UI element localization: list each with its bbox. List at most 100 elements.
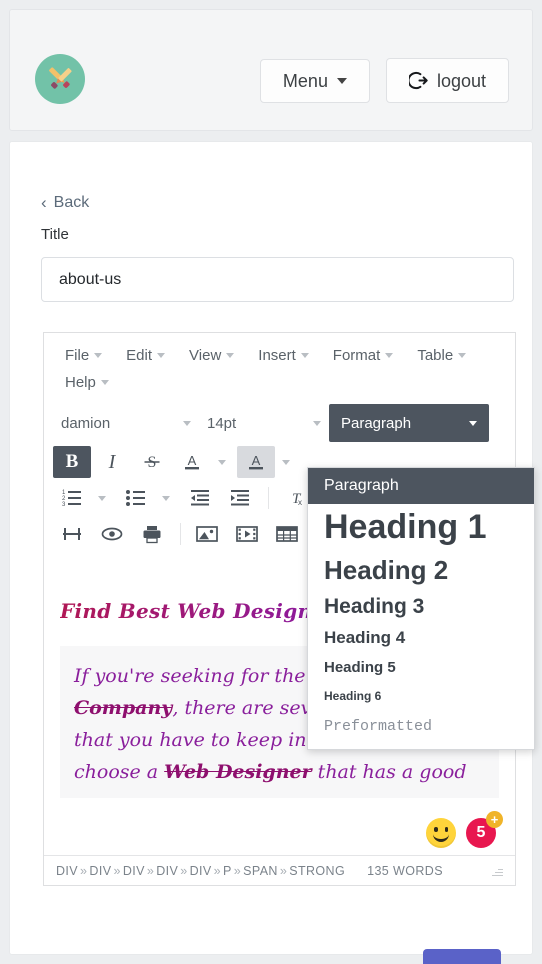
path-node[interactable]: DIV — [89, 864, 111, 878]
chevron-down-icon — [100, 380, 109, 385]
bullet-list-button[interactable] — [117, 482, 155, 514]
block-format-select[interactable]: Paragraph — [329, 404, 489, 442]
text-color-button[interactable]: A — [173, 446, 211, 478]
clear-formatting-icon: T x — [292, 491, 302, 507]
chevron-down-icon — [98, 495, 106, 501]
strikethrough-icon: S — [144, 454, 160, 471]
path-separator: » — [80, 863, 88, 878]
bold-icon: B — [65, 451, 79, 472]
chevron-down-icon — [469, 420, 477, 426]
menu-insert[interactable]: Insert — [247, 342, 320, 369]
format-option-heading-1[interactable]: Heading 1 — [308, 504, 534, 551]
font-family-value: damion — [61, 414, 111, 432]
plus-badge-icon: + — [486, 811, 503, 828]
text-color-dropdown[interactable] — [213, 446, 231, 478]
resize-grip-icon[interactable] — [491, 865, 503, 877]
notification-badge[interactable]: 5 + — [466, 811, 503, 848]
text-color-icon: A — [185, 453, 199, 470]
chevron-down-icon — [162, 495, 170, 501]
back-link[interactable]: ‹ Back — [41, 194, 89, 212]
menu-button[interactable]: Menu — [259, 58, 370, 103]
format-option-paragraph[interactable]: Paragraph — [308, 468, 534, 504]
insert-image-button[interactable] — [188, 518, 226, 550]
editor-statusbar: DIV» DIV» DIV» DIV» DIV» P» SPAN» STRONG 135 WO… — [44, 855, 515, 885]
numbered-list-dropdown[interactable] — [93, 482, 111, 514]
paragraph-text: If you're seeking for the — [74, 665, 312, 687]
paragraph-text: that has a good — [311, 761, 467, 783]
svg-text:A: A — [252, 453, 261, 468]
format-option-heading-2[interactable]: Heading 2 — [308, 551, 534, 590]
element-path-breadcrumb[interactable]: DIV» DIV» DIV» DIV» DIV» P» SPAN» STRONG — [56, 864, 345, 878]
menu-help[interactable]: Help — [54, 369, 120, 396]
sign-out-icon — [408, 71, 428, 90]
path-separator: » — [213, 863, 222, 878]
format-option-heading-5[interactable]: Heading 5 — [308, 653, 534, 682]
indent-button[interactable] — [221, 482, 259, 514]
word-count[interactable]: 135 WORDS — [367, 864, 443, 878]
outdent-button[interactable] — [181, 482, 219, 514]
background-color-icon: A — [249, 453, 263, 470]
header-actions: Menu logout — [259, 58, 509, 103]
app-logo[interactable] — [35, 54, 85, 104]
menu-table-label: Table — [417, 347, 454, 364]
smiley-eye-left — [434, 827, 438, 832]
bullet-list-dropdown[interactable] — [157, 482, 175, 514]
image-icon — [196, 526, 218, 542]
editor-toolbar-row-selects: damion 14pt Paragraph — [44, 402, 515, 444]
path-node[interactable]: DIV — [156, 864, 178, 878]
printer-icon — [143, 526, 161, 544]
paintbrush-pencil-logo-icon — [49, 67, 72, 89]
save-button[interactable]: save — [423, 949, 501, 964]
menu-table[interactable]: Table — [406, 342, 477, 369]
numbered-list-button[interactable]: 123 — [53, 482, 91, 514]
horizontal-rule-button[interactable] — [53, 518, 91, 550]
title-input[interactable] — [41, 257, 514, 302]
chevron-down-icon — [282, 459, 290, 465]
font-family-select[interactable]: damion — [53, 407, 199, 439]
menu-format[interactable]: Format — [322, 342, 405, 369]
path-node[interactable]: P — [223, 864, 232, 878]
font-size-select[interactable]: 14pt — [199, 407, 329, 439]
logout-button[interactable]: logout — [385, 58, 509, 103]
svg-text:3: 3 — [62, 502, 66, 508]
strikethrough-button[interactable]: S — [133, 446, 171, 478]
print-button[interactable] — [133, 518, 171, 550]
menu-help-label: Help — [65, 374, 96, 391]
toolbar-divider — [180, 523, 181, 545]
menu-format-label: Format — [332, 347, 381, 364]
smiley-face-icon[interactable] — [426, 818, 456, 848]
format-option-heading-4[interactable]: Heading 4 — [308, 623, 534, 653]
menu-file[interactable]: File — [54, 342, 113, 369]
format-option-heading-3[interactable]: Heading 3 — [308, 590, 534, 623]
bold-button[interactable]: B — [53, 446, 91, 478]
bullet-list-icon — [126, 490, 145, 506]
background-color-dropdown[interactable] — [277, 446, 295, 478]
format-option-preformatted[interactable]: Preformatted — [308, 710, 534, 743]
path-node[interactable]: DIV — [56, 864, 78, 878]
chevron-down-icon — [458, 353, 467, 358]
table-icon — [276, 526, 298, 542]
preview-button[interactable] — [93, 518, 131, 550]
insert-media-button[interactable] — [228, 518, 266, 550]
chevron-down-icon — [385, 353, 394, 358]
chevron-down-icon — [218, 459, 226, 465]
chevron-down-icon — [157, 353, 166, 358]
menu-edit[interactable]: Edit — [115, 342, 176, 369]
format-option-heading-6[interactable]: Heading 6 — [308, 682, 534, 710]
editor-menubar: File Edit View Insert Format Table Help — [44, 333, 515, 402]
indent-icon — [231, 490, 249, 506]
path-node[interactable]: DIV — [123, 864, 145, 878]
menu-view-label: View — [189, 347, 222, 364]
path-separator: » — [233, 863, 242, 878]
chevron-down-icon — [300, 353, 309, 358]
chevron-down-icon — [94, 353, 103, 358]
italic-button[interactable]: I — [93, 446, 131, 478]
path-node[interactable]: SPAN — [243, 864, 278, 878]
path-node[interactable]: DIV — [190, 864, 212, 878]
editor-paragraph-line: choose a Web Designer that has a good — [74, 756, 485, 788]
menu-view[interactable]: View — [178, 342, 245, 369]
path-node[interactable]: STRONG — [289, 864, 345, 878]
background-color-button[interactable]: A — [237, 446, 275, 478]
insert-table-button[interactable] — [268, 518, 306, 550]
back-link-label: Back — [53, 194, 90, 211]
